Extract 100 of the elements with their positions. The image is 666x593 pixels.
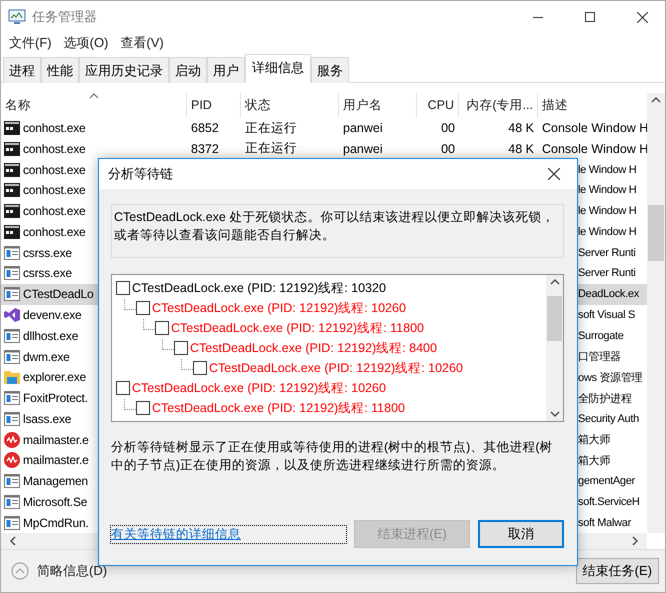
close-icon <box>636 12 648 22</box>
table-cell: CTestDeadLo <box>23 287 94 302</box>
infinity-icon <box>4 306 20 323</box>
table-cell: MpCmdRun. <box>23 516 89 530</box>
table-cell-text: panwei <box>342 142 384 156</box>
table-cell: lsass.exe <box>23 412 72 426</box>
scroll-right-icon[interactable] <box>631 536 639 546</box>
menu-item[interactable]: 文件(F) <box>9 34 52 52</box>
tab[interactable]: 用户 <box>207 57 245 83</box>
fewer-details-button[interactable]: 简略信息(D) <box>11 562 108 580</box>
table-cell-text: 6852 <box>190 121 220 136</box>
end-task-button[interactable]: 结束任务(E) <box>576 558 659 584</box>
vertical-scrollbar[interactable] <box>647 93 665 533</box>
checkbox[interactable] <box>116 281 130 295</box>
table-cell-text: Console Window H <box>541 121 647 136</box>
window-icon <box>4 287 20 302</box>
checkbox[interactable] <box>155 321 169 335</box>
sort-chevron-icon <box>88 93 98 99</box>
status-message: CTestDeadLock.exe 处于死锁状态。你可以结束该进程以便立即解决该死锁，或者等待以查看该问题能否自行解决。 <box>111 204 564 258</box>
vertical-scrollbar[interactable] <box>546 275 563 421</box>
tree-item[interactable]: CTestDeadLock.exe (PID: 12192)线程: 11800 <box>152 400 405 416</box>
console-icon <box>4 183 20 198</box>
table-cell: Managemen <box>23 474 88 488</box>
table-cell: csrss.exe <box>23 246 72 260</box>
monitor-icon <box>8 9 26 25</box>
tab[interactable]: 应用历史记录 <box>79 57 169 83</box>
checkbox[interactable] <box>136 401 150 415</box>
maximize-icon <box>585 12 595 22</box>
table-cell-text: 正在运行 <box>244 140 298 158</box>
table-cell-text: 8372 <box>190 142 220 156</box>
table-cell-text: Surrogate <box>577 330 625 342</box>
details-link[interactable]: 有关等待链的详细信息 <box>111 526 346 542</box>
tab[interactable]: 启动 <box>169 57 207 83</box>
checkbox[interactable] <box>116 381 130 395</box>
console-icon <box>4 224 20 239</box>
table-cell-text: le Window H <box>577 184 638 196</box>
window-title: 任务管理器 <box>32 8 98 26</box>
tab[interactable]: 性能 <box>41 57 79 83</box>
table-cell-text: 全防护进程 <box>577 392 633 406</box>
scrollbar-thumb[interactable] <box>648 205 664 261</box>
tree-item[interactable]: CTestDeadLock.exe (PID: 12192)线程: 10260 <box>209 360 463 376</box>
window-icon <box>4 412 20 426</box>
dialog-button[interactable]: 取消 <box>478 520 564 548</box>
tree-item[interactable]: CTestDeadLock.exe (PID: 12192)线程: 10320 <box>132 280 386 296</box>
table-cell-text: 48 K <box>507 121 535 136</box>
table-cell-text: gementAger <box>577 475 636 488</box>
table-cell: mailmaster.e <box>23 432 89 447</box>
scrollbar-thumb[interactable] <box>547 296 562 340</box>
tab[interactable]: 进程 <box>3 57 41 83</box>
table-cell-text: 正在运行 <box>244 120 298 137</box>
window-icon <box>4 391 20 406</box>
tree-item[interactable]: CTestDeadLock.exe (PID: 12192)线程: 8400 <box>190 340 437 356</box>
window-icon <box>4 266 20 280</box>
table-cell-text: Server Runti <box>577 246 637 259</box>
table-cell-text: soft Visual S <box>577 308 636 321</box>
window-icon <box>4 494 20 509</box>
checkbox[interactable] <box>136 301 150 315</box>
table-cell: conhost.exe <box>23 204 86 218</box>
tree-item[interactable]: CTestDeadLock.exe (PID: 12192)线程: 11800 <box>171 320 424 336</box>
column-header[interactable]: 内存(专用... <box>459 93 538 118</box>
table-cell-text: soft.ServiceH <box>577 496 641 508</box>
close-icon <box>548 168 560 180</box>
table-cell-text: le Window H <box>577 164 638 176</box>
checkbox[interactable] <box>174 341 188 355</box>
column-header[interactable]: CPU <box>417 93 459 118</box>
table-cell: FoxitProtect. <box>23 391 88 406</box>
column-header[interactable]: 状态 <box>241 93 339 118</box>
table-cell: csrss.exe <box>23 266 72 280</box>
scroll-left-icon[interactable] <box>9 536 17 546</box>
table-cell-text: le Window H <box>577 205 638 218</box>
table-cell-text: 箱大师 <box>577 454 612 468</box>
table-cell: conhost.exe <box>23 142 86 156</box>
tree-item[interactable]: CTestDeadLock.exe (PID: 12192)线程: 10260 <box>152 300 406 316</box>
scroll-down-icon[interactable] <box>550 410 560 418</box>
table-cell: conhost.exe <box>23 224 86 239</box>
chevron-up-circle-icon <box>11 562 29 580</box>
table-cell: devenv.exe <box>23 308 82 322</box>
table-cell-text: le Window H <box>577 226 638 238</box>
menu-item[interactable]: 选项(O) <box>64 34 108 52</box>
table-cell: conhost.exe <box>23 183 86 198</box>
window-icon <box>4 350 20 364</box>
table-cell-text: panwei <box>342 121 384 136</box>
tree-item[interactable]: CTestDeadLock.exe (PID: 12192)线程: 10260 <box>132 380 386 396</box>
table-cell-text: ows 资源管理 <box>577 370 644 385</box>
column-header[interactable]: 用户名 <box>339 93 417 118</box>
table-cell-text: soft Malwar <box>577 516 632 529</box>
menu-item[interactable]: 查看(V) <box>120 34 164 52</box>
scroll-up-icon[interactable] <box>550 278 560 286</box>
tab[interactable]: 详细信息 <box>245 54 311 83</box>
window-icon <box>4 328 20 343</box>
mail-app-icon <box>4 452 20 468</box>
table-cell-text: Console Window H <box>541 142 647 156</box>
column-header[interactable]: 名称 <box>1 93 187 118</box>
checkbox[interactable] <box>193 361 207 375</box>
tab[interactable]: 服务 <box>311 57 349 83</box>
table-cell-text: DeadLock.ex <box>577 288 640 300</box>
minimize-icon <box>533 16 543 18</box>
table-cell-text: 箱大师 <box>577 433 612 448</box>
column-header[interactable]: PID <box>187 93 241 118</box>
window-icon <box>4 246 20 260</box>
